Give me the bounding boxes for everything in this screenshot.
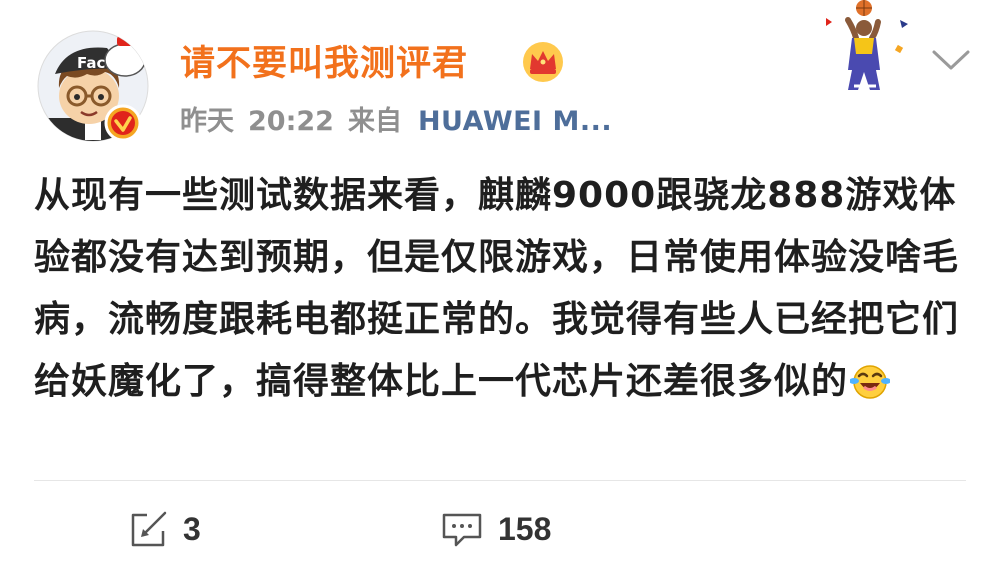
comment-button[interactable]: 158 bbox=[440, 505, 551, 553]
post-time: 20:22 bbox=[248, 106, 334, 137]
basketball-player-icon bbox=[818, 0, 913, 98]
avatar-cap-text: Fac bbox=[77, 54, 105, 72]
crown-icon[interactable] bbox=[521, 40, 565, 84]
repost-button[interactable]: 3 bbox=[127, 505, 201, 553]
username[interactable]: 请不要叫我测评君 bbox=[180, 42, 468, 86]
repost-icon bbox=[131, 511, 167, 547]
divider bbox=[34, 480, 966, 481]
post-text-content: 从现有一些测试数据来看，麒麟9000跟骁龙888游戏体验都没有达到预期，但是仅限… bbox=[34, 175, 960, 402]
weibo-post-card: Fac 请不要叫我测评君 昨天 20:22 来自 HUAWEI M... 从现有… bbox=[0, 0, 1000, 573]
source-label: 来自 bbox=[347, 106, 402, 137]
device-link[interactable]: HUAWEI M... bbox=[418, 106, 612, 137]
verified-badge-icon bbox=[104, 104, 142, 142]
laugh-cry-emoji-icon bbox=[849, 359, 892, 399]
post-menu-button[interactable] bbox=[930, 44, 972, 74]
post-text: 从现有一些测试数据来看，麒麟9000跟骁龙888游戏体验都没有达到预期，但是仅限… bbox=[34, 165, 964, 413]
post-date: 昨天 bbox=[180, 106, 234, 137]
comment-count: 158 bbox=[498, 510, 552, 547]
post-meta: 昨天 20:22 来自 HUAWEI M... bbox=[180, 104, 612, 140]
chevron-down-icon bbox=[932, 50, 970, 70]
comment-icon bbox=[442, 513, 482, 547]
repost-count: 3 bbox=[183, 510, 201, 547]
